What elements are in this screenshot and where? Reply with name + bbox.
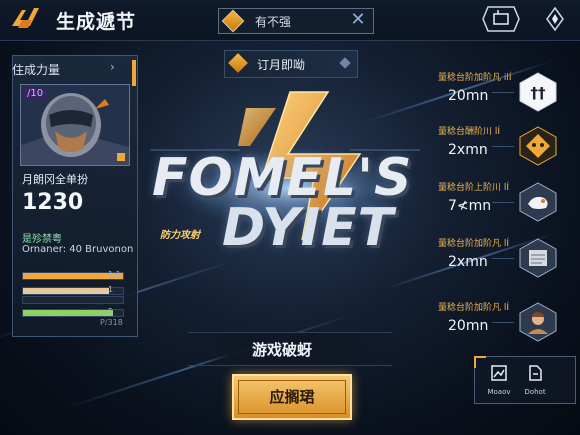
stat-value: 2xmn — [448, 142, 488, 158]
panel-accent — [132, 60, 136, 86]
diamond-icon — [221, 9, 245, 33]
avatar[interactable]: /10 — [20, 84, 130, 166]
svg-text:††: †† — [531, 84, 547, 102]
player-subline: Ornaner: 40 Bruvonon — [22, 244, 134, 255]
rank-badge: /10 — [24, 88, 47, 99]
chevron-right-icon[interactable]: › — [110, 60, 115, 74]
stat-label: 量稔台阶加阶凡 ilÍ — [438, 73, 512, 83]
bottom-item-2[interactable]: Dohot — [516, 362, 554, 398]
app-logo-icon — [12, 8, 39, 28]
stat-value: 20mn — [448, 88, 489, 104]
player-subtitle: 是殄禁粤 — [22, 234, 62, 245]
connector-line — [492, 322, 514, 323]
bar-footer: P/318 — [100, 318, 123, 327]
doc-icon — [529, 365, 542, 381]
game-tagline: 防力攻射 — [160, 230, 200, 241]
stat-bar-value: 5 — [108, 307, 114, 316]
stat-label: 量稔台阶加阶凡 lÍ — [438, 239, 510, 249]
creature-icon[interactable] — [518, 182, 558, 222]
stat-bar — [22, 296, 124, 304]
bottom-item-2-label: Dohot — [524, 388, 546, 396]
sub-tab-pill[interactable]: 订月即呦 — [224, 50, 358, 78]
stat-value: 7≮mn — [448, 198, 492, 214]
card-icon — [491, 365, 507, 381]
bottom-item-1[interactable]: Moaov — [480, 362, 518, 398]
window-icon[interactable] — [482, 5, 520, 33]
stat-bar-fill — [23, 310, 113, 316]
player-name-label: 月朗冈全单扮 — [22, 173, 88, 186]
diamond-icon — [228, 53, 248, 73]
app-title: 生成遞节 — [56, 11, 137, 33]
player-panel-header: 住成力量 — [12, 63, 61, 77]
stat-bar-value: 1 — [108, 285, 114, 294]
stat-value: 20mn — [448, 318, 489, 334]
connector-line — [492, 146, 514, 147]
avatar-icon[interactable] — [518, 302, 558, 342]
stat-bar-fill — [23, 288, 109, 294]
sub-tab-label: 订月即呦 — [257, 58, 306, 72]
stat-value: 2xmn — [448, 254, 488, 270]
stat-label: 量稔台阶加阶凡 lÍ — [438, 303, 510, 313]
top-search-box[interactable]: 有不强 ✕ — [218, 8, 374, 34]
game-label: 游戏破蚜 — [252, 341, 313, 359]
scroll-icon[interactable] — [518, 238, 558, 278]
connector-line — [492, 258, 514, 259]
gold-mask-icon[interactable] — [518, 126, 558, 166]
close-icon[interactable]: ✕ — [347, 9, 369, 31]
bottom-item-1-label: Moaov — [487, 388, 511, 396]
stat-bar-value: 1.1 — [108, 270, 121, 279]
game-title-line2: DYIET — [222, 198, 395, 258]
start-button[interactable]: 应搁珺 — [232, 374, 352, 420]
connector-line — [492, 202, 514, 203]
stat-label: 量稔台酬阶川 lÍ — [438, 127, 501, 137]
top-search-text: 有不强 — [255, 15, 292, 29]
start-button-label: 应搁珺 — [269, 388, 315, 406]
stat-label: 量稔台阶上阶川 lÍ — [438, 183, 510, 193]
connector-line — [492, 92, 514, 93]
tt-badge-icon[interactable]: †† — [518, 72, 558, 112]
diamond-star-icon[interactable] — [538, 5, 572, 33]
player-score: 1230 — [22, 190, 84, 215]
small-diamond-icon — [339, 57, 351, 69]
